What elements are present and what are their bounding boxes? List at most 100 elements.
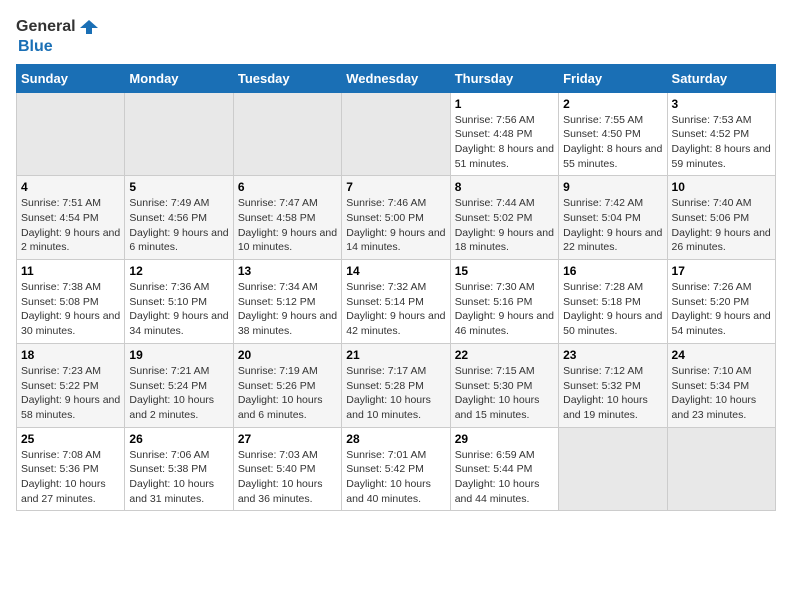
day-info: Sunrise: 7:06 AMSunset: 5:38 PMDaylight:… xyxy=(129,448,228,507)
day-info: Sunrise: 7:12 AMSunset: 5:32 PMDaylight:… xyxy=(563,364,662,423)
day-info: Sunrise: 7:28 AMSunset: 5:18 PMDaylight:… xyxy=(563,280,662,339)
calendar-cell: 4Sunrise: 7:51 AMSunset: 4:54 PMDaylight… xyxy=(17,176,125,260)
day-number: 13 xyxy=(238,264,337,278)
calendar-cell: 22Sunrise: 7:15 AMSunset: 5:30 PMDayligh… xyxy=(450,343,558,427)
day-number: 5 xyxy=(129,180,228,194)
calendar-cell: 3 Sunrise: 7:53 AMSunset: 4:52 PMDaylight… xyxy=(667,92,775,176)
calendar-cell: 12 Sunrise: 7:36 AMSunset: 5:10 PMDayligh… xyxy=(125,260,233,344)
day-number: 8 xyxy=(455,180,554,194)
logo: General Blue xyxy=(16,16,100,56)
day-number: 1 xyxy=(455,97,554,111)
day-info: Sunrise: 7:19 AMSunset: 5:26 PMDaylight:… xyxy=(238,364,337,423)
calendar-cell: 17 Sunrise: 7:26 AMSunset: 5:20 PMDayligh… xyxy=(667,260,775,344)
day-number: 25 xyxy=(21,432,120,446)
calendar-cell xyxy=(125,92,233,176)
day-info: Sunrise: 7:53 AMSunset: 4:52 PMDaylight:… xyxy=(672,113,771,172)
header-thursday: Thursday xyxy=(450,64,558,92)
day-number: 6 xyxy=(238,180,337,194)
day-number: 10 xyxy=(672,180,771,194)
day-info: Sunrise: 7:44 AMSunset: 5:02 PMDaylight:… xyxy=(455,196,554,255)
day-number: 19 xyxy=(129,348,228,362)
calendar-cell: 25 Sunrise: 7:08 AMSunset: 5:36 PMDayligh… xyxy=(17,427,125,511)
day-number: 12 xyxy=(129,264,228,278)
calendar-cell: 29Sunrise: 6:59 AMSunset: 5:44 PMDayligh… xyxy=(450,427,558,511)
calendar-week-row: 11 Sunrise: 7:38 AMSunset: 5:08 PMDayligh… xyxy=(17,260,776,344)
day-number: 14 xyxy=(346,264,445,278)
day-number: 24 xyxy=(672,348,771,362)
calendar-cell: 20 Sunrise: 7:19 AMSunset: 5:26 PMDayligh… xyxy=(233,343,341,427)
calendar-cell xyxy=(233,92,341,176)
day-number: 3 xyxy=(672,97,771,111)
calendar-cell: 15 Sunrise: 7:30 AMSunset: 5:16 PMDayligh… xyxy=(450,260,558,344)
calendar-cell: 19 Sunrise: 7:21 AMSunset: 5:24 PMDayligh… xyxy=(125,343,233,427)
calendar-week-row: 25 Sunrise: 7:08 AMSunset: 5:36 PMDayligh… xyxy=(17,427,776,511)
day-number: 15 xyxy=(455,264,554,278)
calendar-cell xyxy=(667,427,775,511)
calendar-header-row: SundayMondayTuesdayWednesdayThursdayFrid… xyxy=(17,64,776,92)
day-number: 16 xyxy=(563,264,662,278)
calendar-cell: 23Sunrise: 7:12 AMSunset: 5:32 PMDayligh… xyxy=(559,343,667,427)
calendar-cell: 24 Sunrise: 7:10 AMSunset: 5:34 PMDayligh… xyxy=(667,343,775,427)
logo-bird-icon xyxy=(78,16,100,38)
day-info: Sunrise: 7:10 AMSunset: 5:34 PMDaylight:… xyxy=(672,364,771,423)
calendar-cell: 10 Sunrise: 7:40 AMSunset: 5:06 PMDayligh… xyxy=(667,176,775,260)
calendar-cell: 7 Sunrise: 7:46 AMSunset: 5:00 PMDaylight… xyxy=(342,176,450,260)
day-number: 20 xyxy=(238,348,337,362)
calendar-week-row: 1 Sunrise: 7:56 AMSunset: 4:48 PMDaylight… xyxy=(17,92,776,176)
header-monday: Monday xyxy=(125,64,233,92)
day-info: Sunrise: 7:30 AMSunset: 5:16 PMDaylight:… xyxy=(455,280,554,339)
day-number: 11 xyxy=(21,264,120,278)
logo-blue: Blue xyxy=(18,38,100,56)
day-info: Sunrise: 7:49 AMSunset: 4:56 PMDaylight:… xyxy=(129,196,228,255)
day-number: 9 xyxy=(563,180,662,194)
calendar-cell: 21 Sunrise: 7:17 AMSunset: 5:28 PMDayligh… xyxy=(342,343,450,427)
logo-general: General xyxy=(16,18,76,36)
calendar-cell: 5 Sunrise: 7:49 AMSunset: 4:56 PMDaylight… xyxy=(125,176,233,260)
day-info: Sunrise: 7:08 AMSunset: 5:36 PMDaylight:… xyxy=(21,448,120,507)
day-info: Sunrise: 7:01 AMSunset: 5:42 PMDaylight:… xyxy=(346,448,445,507)
calendar-cell xyxy=(342,92,450,176)
day-number: 29 xyxy=(455,432,554,446)
day-info: Sunrise: 7:21 AMSunset: 5:24 PMDaylight:… xyxy=(129,364,228,423)
day-number: 7 xyxy=(346,180,445,194)
header-wednesday: Wednesday xyxy=(342,64,450,92)
calendar-cell: 16 Sunrise: 7:28 AMSunset: 5:18 PMDayligh… xyxy=(559,260,667,344)
day-info: Sunrise: 7:55 AMSunset: 4:50 PMDaylight:… xyxy=(563,113,662,172)
day-info: Sunrise: 7:47 AMSunset: 4:58 PMDaylight:… xyxy=(238,196,337,255)
calendar-cell: 28 Sunrise: 7:01 AMSunset: 5:42 PMDayligh… xyxy=(342,427,450,511)
header-friday: Friday xyxy=(559,64,667,92)
day-info: Sunrise: 7:32 AMSunset: 5:14 PMDaylight:… xyxy=(346,280,445,339)
day-info: Sunrise: 7:56 AMSunset: 4:48 PMDaylight:… xyxy=(455,113,554,172)
calendar-week-row: 18Sunrise: 7:23 AMSunset: 5:22 PMDayligh… xyxy=(17,343,776,427)
day-number: 28 xyxy=(346,432,445,446)
calendar-cell: 11 Sunrise: 7:38 AMSunset: 5:08 PMDayligh… xyxy=(17,260,125,344)
day-number: 27 xyxy=(238,432,337,446)
calendar-cell xyxy=(559,427,667,511)
day-info: Sunrise: 7:42 AMSunset: 5:04 PMDaylight:… xyxy=(563,196,662,255)
day-info: Sunrise: 7:15 AMSunset: 5:30 PMDaylight:… xyxy=(455,364,554,423)
day-info: Sunrise: 7:17 AMSunset: 5:28 PMDaylight:… xyxy=(346,364,445,423)
calendar-cell xyxy=(17,92,125,176)
day-number: 4 xyxy=(21,180,120,194)
day-number: 2 xyxy=(563,97,662,111)
page-header: General Blue xyxy=(16,16,776,56)
day-info: Sunrise: 7:23 AMSunset: 5:22 PMDaylight:… xyxy=(21,364,120,423)
calendar-cell: 8 Sunrise: 7:44 AMSunset: 5:02 PMDaylight… xyxy=(450,176,558,260)
day-info: Sunrise: 7:26 AMSunset: 5:20 PMDaylight:… xyxy=(672,280,771,339)
calendar-week-row: 4Sunrise: 7:51 AMSunset: 4:54 PMDaylight… xyxy=(17,176,776,260)
calendar-cell: 13 Sunrise: 7:34 AMSunset: 5:12 PMDayligh… xyxy=(233,260,341,344)
calendar-cell: 26 Sunrise: 7:06 AMSunset: 5:38 PMDayligh… xyxy=(125,427,233,511)
header-tuesday: Tuesday xyxy=(233,64,341,92)
day-info: Sunrise: 7:34 AMSunset: 5:12 PMDaylight:… xyxy=(238,280,337,339)
day-info: Sunrise: 7:38 AMSunset: 5:08 PMDaylight:… xyxy=(21,280,120,339)
calendar-cell: 14 Sunrise: 7:32 AMSunset: 5:14 PMDayligh… xyxy=(342,260,450,344)
day-number: 26 xyxy=(129,432,228,446)
day-number: 17 xyxy=(672,264,771,278)
calendar: SundayMondayTuesdayWednesdayThursdayFrid… xyxy=(16,64,776,512)
day-info: Sunrise: 7:36 AMSunset: 5:10 PMDaylight:… xyxy=(129,280,228,339)
calendar-cell: 2 Sunrise: 7:55 AMSunset: 4:50 PMDaylight… xyxy=(559,92,667,176)
header-sunday: Sunday xyxy=(17,64,125,92)
day-number: 21 xyxy=(346,348,445,362)
day-info: Sunrise: 7:46 AMSunset: 5:00 PMDaylight:… xyxy=(346,196,445,255)
day-info: Sunrise: 7:40 AMSunset: 5:06 PMDaylight:… xyxy=(672,196,771,255)
